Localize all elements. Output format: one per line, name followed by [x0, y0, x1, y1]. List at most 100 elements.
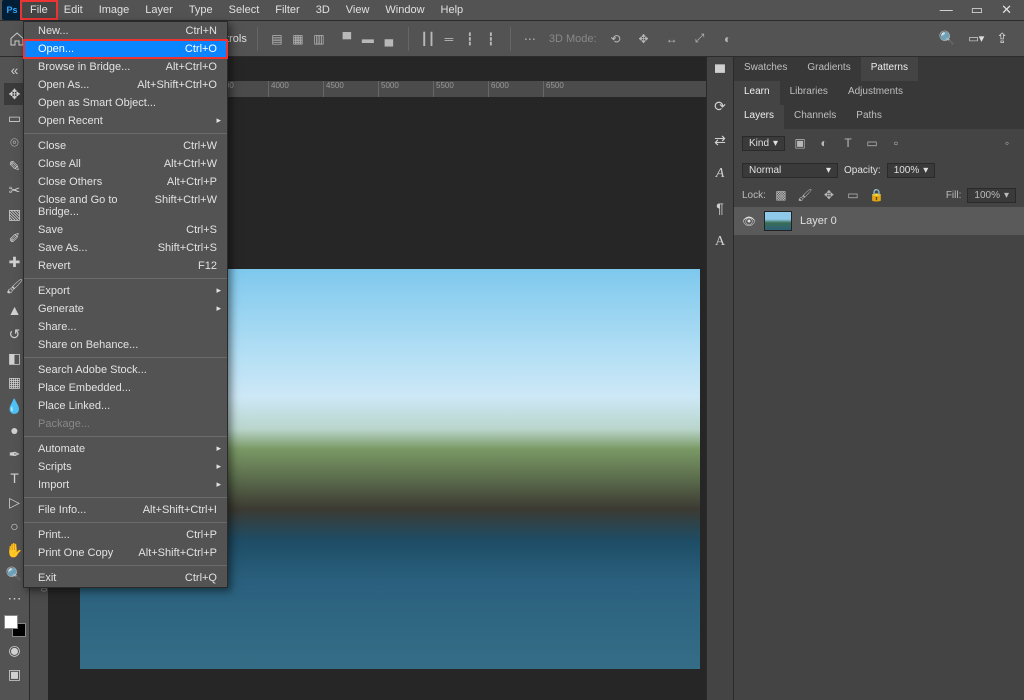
blend-mode-dropdown[interactable]: Normal▾ [742, 163, 838, 178]
filter-shape-icon[interactable]: ▭ [863, 134, 881, 152]
tab-layers[interactable]: Layers [734, 105, 784, 129]
layer-row[interactable]: 👁 Layer 0 [734, 207, 1024, 235]
3d-pan-icon[interactable]: ✥ [635, 30, 653, 48]
menu-item-automate[interactable]: Automate▸ [24, 440, 227, 458]
menu-item-close-all[interactable]: Close AllAlt+Ctrl+W [24, 155, 227, 173]
lock-artboard-icon[interactable]: ▭ [844, 186, 862, 204]
tab-learn[interactable]: Learn [734, 81, 780, 105]
3d-orbit-icon[interactable]: ⟲ [607, 30, 625, 48]
menu-item-print[interactable]: Print...Ctrl+P [24, 526, 227, 544]
submenu-arrow-icon: ▸ [216, 115, 221, 126]
quick-mask-icon[interactable]: ◉ [4, 639, 26, 661]
menu-item-place-embedded[interactable]: Place Embedded... [24, 379, 227, 397]
align-right-icon[interactable]: ▥ [310, 30, 328, 48]
filter-toggle-icon[interactable]: ◦ [998, 134, 1016, 152]
layer-thumbnail[interactable] [764, 211, 792, 231]
character-panel-icon[interactable]: A [709, 163, 731, 185]
menu-item-place-linked[interactable]: Place Linked... [24, 397, 227, 415]
share-icon[interactable]: ⇪ [996, 30, 1008, 47]
menu-item-search-adobe-stock[interactable]: Search Adobe Stock... [24, 361, 227, 379]
filter-adjustment-icon[interactable]: ◐ [815, 134, 833, 152]
tab-paths[interactable]: Paths [846, 105, 892, 129]
restore-icon[interactable]: ▭ [971, 2, 983, 18]
search-icon[interactable]: 🔍 [939, 30, 956, 47]
color-swatches[interactable] [4, 615, 26, 637]
distribute-icon[interactable]: ┇ [461, 30, 479, 48]
menu-item-share-on-behance[interactable]: Share on Behance... [24, 336, 227, 354]
layer-kind-dropdown[interactable]: Kind ▾ [742, 136, 785, 151]
menu-file[interactable]: File [22, 2, 56, 18]
menu-item-close[interactable]: CloseCtrl+W [24, 137, 227, 155]
distribute-h-icon[interactable]: ┃┃ [419, 30, 437, 48]
menu-item-revert[interactable]: RevertF12 [24, 257, 227, 275]
menu-item-open[interactable]: Open...Ctrl+O [24, 40, 227, 58]
menu-edit[interactable]: Edit [56, 2, 91, 18]
close-icon[interactable]: ✕ [1001, 2, 1012, 18]
filter-pixel-icon[interactable]: ▣ [791, 134, 809, 152]
align-bottom-icon[interactable]: ▄ [380, 30, 398, 48]
distribute-v-icon[interactable]: ═ [440, 30, 458, 48]
menu-item-scripts[interactable]: Scripts▸ [24, 458, 227, 476]
lock-image-icon[interactable]: 🖌 [796, 186, 814, 204]
menu-item-save[interactable]: SaveCtrl+S [24, 221, 227, 239]
lock-position-icon[interactable]: ✥ [820, 186, 838, 204]
filter-smart-icon[interactable]: ▫ [887, 134, 905, 152]
menu-3d[interactable]: 3D [308, 2, 338, 18]
menu-window[interactable]: Window [377, 2, 432, 18]
lock-all-icon[interactable]: 🔒 [868, 186, 886, 204]
menu-view[interactable]: View [338, 2, 378, 18]
properties-panel-icon[interactable]: ⇄ [709, 129, 731, 151]
tab-channels[interactable]: Channels [784, 105, 846, 129]
opacity-field[interactable]: 100% ▾ [887, 163, 936, 178]
menu-layer[interactable]: Layer [137, 2, 181, 18]
paragraph-panel-icon[interactable]: ¶ [709, 197, 731, 219]
fill-field[interactable]: 100% ▾ [967, 188, 1016, 203]
menu-item-print-one-copy[interactable]: Print One CopyAlt+Shift+Ctrl+P [24, 544, 227, 562]
menu-item-share[interactable]: Share... [24, 318, 227, 336]
ruler-tick: 4500 [323, 81, 378, 97]
menu-type[interactable]: Type [181, 2, 221, 18]
menu-select[interactable]: Select [221, 2, 268, 18]
menu-item-label: Close [38, 140, 66, 152]
menu-item-open-as-smart-object[interactable]: Open as Smart Object... [24, 94, 227, 112]
lock-transparency-icon[interactable]: ▩ [772, 186, 790, 204]
align-center-v-icon[interactable]: ▬ [359, 30, 377, 48]
align-top-icon[interactable]: ▀ [338, 30, 356, 48]
minimize-icon[interactable]: — [940, 2, 953, 18]
menu-item-browse-in-bridge[interactable]: Browse in Bridge...Alt+Ctrl+O [24, 58, 227, 76]
menu-item-exit[interactable]: ExitCtrl+Q [24, 569, 227, 587]
3d-rotate-icon[interactable]: ◐ [719, 30, 737, 48]
menu-image[interactable]: Image [91, 2, 138, 18]
menu-item-save-as[interactable]: Save As...Shift+Ctrl+S [24, 239, 227, 257]
tab-gradients[interactable]: Gradients [797, 57, 860, 81]
align-left-icon[interactable]: ▤ [268, 30, 286, 48]
menu-filter[interactable]: Filter [267, 2, 307, 18]
menu-item-close-others[interactable]: Close OthersAlt+Ctrl+P [24, 173, 227, 191]
distribute-icon[interactable]: ┇ [482, 30, 500, 48]
menu-item-export[interactable]: Export▸ [24, 282, 227, 300]
tab-swatches[interactable]: Swatches [734, 57, 797, 81]
tab-adjustments[interactable]: Adjustments [838, 81, 913, 105]
menu-item-import[interactable]: Import▸ [24, 476, 227, 494]
menu-item-open-as[interactable]: Open As...Alt+Shift+Ctrl+O [24, 76, 227, 94]
workspace-icon[interactable]: ▭▾ [968, 32, 984, 45]
visibility-eye-icon[interactable]: 👁 [742, 214, 756, 228]
tab-patterns[interactable]: Patterns [861, 57, 918, 81]
history-panel-icon[interactable]: ⟳ [709, 95, 731, 117]
color-panel-icon[interactable]: ▀ [709, 61, 731, 83]
screen-mode-icon[interactable]: ▣ [4, 663, 26, 685]
glyphs-panel-icon[interactable]: A [709, 231, 731, 253]
align-center-h-icon[interactable]: ▦ [289, 30, 307, 48]
menu-help[interactable]: Help [433, 2, 472, 18]
menu-item-close-and-go-to-bridge[interactable]: Close and Go to Bridge...Shift+Ctrl+W [24, 191, 227, 221]
menu-item-open-recent[interactable]: Open Recent▸ [24, 112, 227, 130]
menu-item-generate[interactable]: Generate▸ [24, 300, 227, 318]
edit-toolbar-icon[interactable]: ⋯ [4, 587, 26, 609]
3d-scale-icon[interactable]: ⤢ [691, 30, 709, 48]
menu-item-new[interactable]: New...Ctrl+N [24, 22, 227, 40]
more-icon[interactable]: ⋯ [521, 30, 539, 48]
menu-item-file-info[interactable]: File Info...Alt+Shift+Ctrl+I [24, 501, 227, 519]
filter-type-icon[interactable]: T [839, 134, 857, 152]
3d-slide-icon[interactable]: ↔ [663, 30, 681, 48]
tab-libraries[interactable]: Libraries [780, 81, 838, 105]
